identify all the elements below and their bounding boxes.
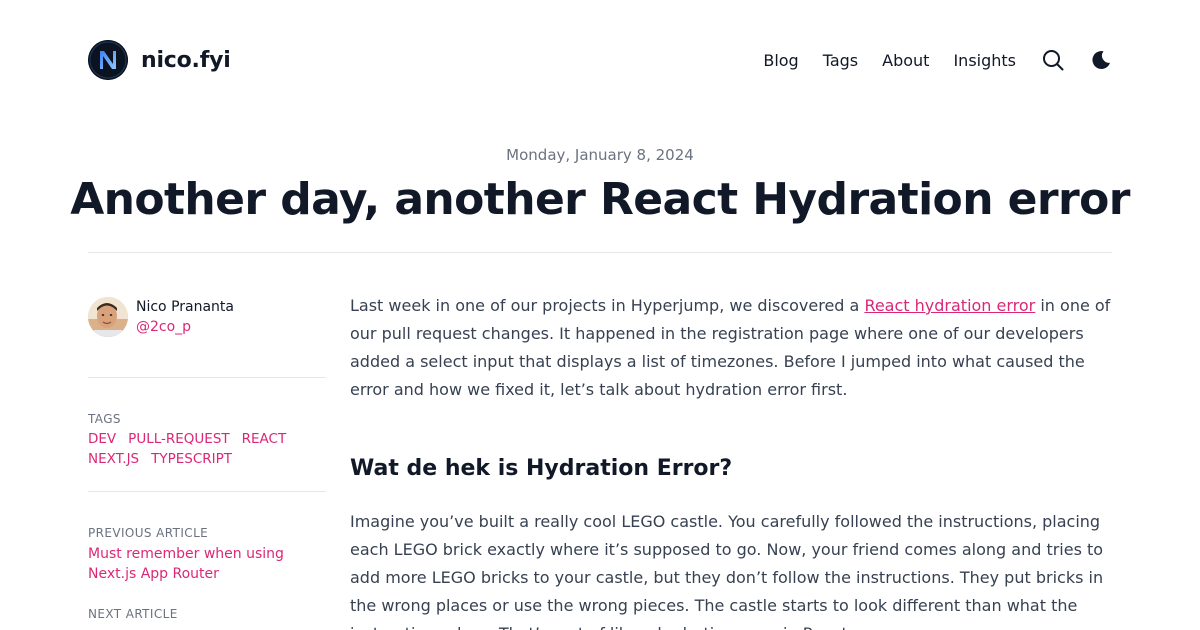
author-name: Nico Prananta	[136, 299, 234, 315]
moon-icon[interactable]	[1090, 49, 1112, 71]
previous-article-label: PREVIOUS ARTICLE	[88, 526, 209, 540]
tags-section: TAGS DEV PULL-REQUEST REACT NEXT.JS TYPE…	[88, 411, 326, 469]
nav-blog[interactable]: Blog	[763, 51, 798, 70]
tag-link[interactable]: PULL-REQUEST	[128, 429, 229, 449]
nav-insights[interactable]: Insights	[953, 51, 1016, 70]
post-title: Another day, another React Hydration err…	[70, 174, 1130, 225]
tag-link[interactable]: TYPESCRIPT	[151, 449, 232, 469]
author-card: Nico Prananta @2co_p	[88, 296, 326, 338]
site-header: nico.fyi Blog Tags About Insights	[88, 40, 1112, 80]
tag-link[interactable]: NEXT.JS	[88, 449, 139, 469]
section-heading: Wat de hek is Hydration Error?	[350, 456, 733, 481]
home-link[interactable]: nico.fyi	[88, 40, 231, 80]
body-paragraph: Imagine you’ve built a really cool LEGO …	[350, 512, 1104, 630]
n-monogram-logo-icon	[88, 40, 128, 80]
sidebar-divider	[88, 491, 326, 492]
tag-link[interactable]: REACT	[242, 429, 287, 449]
search-icon[interactable]	[1042, 49, 1064, 71]
previous-article-section: PREVIOUS ARTICLE Must remember when usin…	[88, 525, 326, 584]
next-article-label: NEXT ARTICLE	[88, 607, 178, 621]
intro-text: Last week in one of our projects in Hype…	[350, 296, 865, 315]
sidebar-divider	[88, 377, 326, 378]
tag-link[interactable]: DEV	[88, 429, 116, 449]
site-name: nico.fyi	[141, 47, 231, 73]
tag-list: DEV PULL-REQUEST REACT NEXT.JS TYPESCRIP…	[88, 429, 326, 469]
previous-article-link[interactable]: Must remember when using Next.js App Rou…	[88, 544, 326, 584]
main-nav: Blog Tags About Insights	[763, 40, 1112, 80]
article-body: Last week in one of our projects in Hype…	[350, 292, 1114, 630]
react-hydration-error-link[interactable]: React hydration error	[864, 296, 1035, 315]
tags-label: TAGS	[88, 412, 121, 426]
avatar	[88, 297, 128, 337]
nav-tags[interactable]: Tags	[823, 51, 858, 70]
nav-about[interactable]: About	[882, 51, 929, 70]
next-article-section: NEXT ARTICLE	[88, 606, 326, 622]
post-sidebar: Nico Prananta @2co_p TAGS DEV PULL-REQUE…	[88, 296, 326, 622]
author-handle-link[interactable]: @2co_p	[136, 317, 234, 337]
post-date: Monday, January 8, 2024	[506, 146, 694, 164]
title-divider	[88, 252, 1112, 253]
intro-paragraph: Last week in one of our projects in Hype…	[350, 292, 1114, 404]
